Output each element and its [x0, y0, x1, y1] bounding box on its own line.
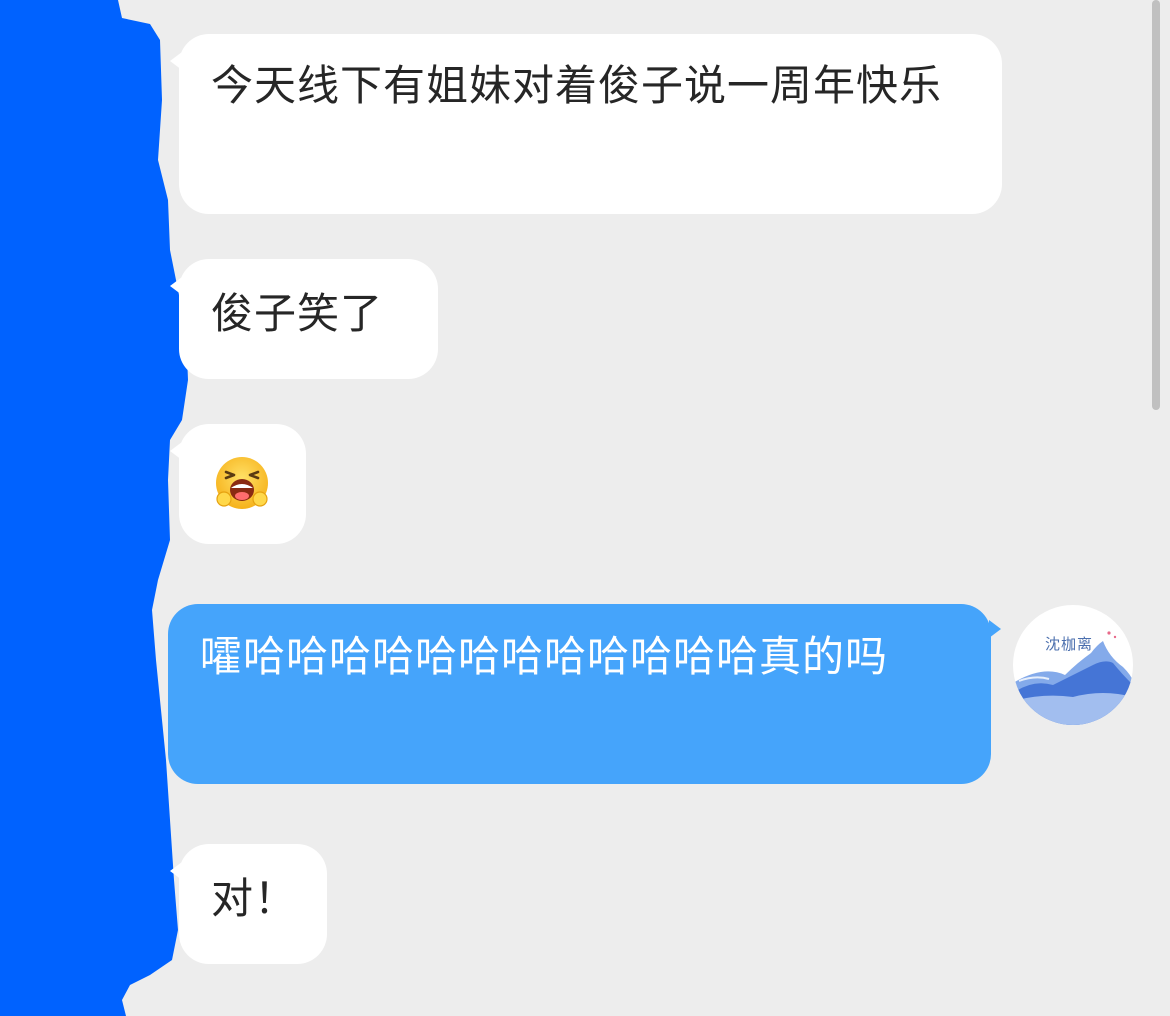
bubble-tail — [989, 620, 1001, 638]
bubble-tail — [170, 862, 182, 880]
message-bubble-incoming[interactable]: 今天线下有姐妹对着俊子说一周年快乐 — [170, 34, 1002, 214]
redaction-scribble — [0, 0, 188, 1016]
message-bubble-incoming[interactable]: 对！ — [170, 844, 327, 964]
message-bubble-incoming[interactable] — [170, 424, 306, 544]
scrollbar-thumb[interactable] — [1152, 0, 1160, 410]
message-text: 对！ — [211, 874, 298, 923]
bubble-tail — [170, 442, 182, 460]
message-text: 今天线下有姐妹对着俊子说一周年快乐 — [211, 61, 943, 110]
tired-face-emoji-icon — [216, 457, 268, 509]
avatar-label: 沈枷离 — [1045, 635, 1094, 653]
message-bubble-incoming[interactable]: 俊子笑了 — [170, 259, 438, 379]
message-text: 嚯哈哈哈哈哈哈哈哈哈哈哈哈真的吗 — [200, 632, 889, 681]
mountain-avatar-icon — [1013, 631, 1133, 725]
bubble-tail — [170, 52, 182, 70]
my-avatar[interactable]: 沈枷离 — [1013, 605, 1133, 725]
message-bubble-outgoing[interactable]: 嚯哈哈哈哈哈哈哈哈哈哈哈哈真的吗 — [168, 604, 1001, 784]
bubble-tail — [170, 277, 182, 295]
message-text: 俊子笑了 — [211, 289, 384, 338]
